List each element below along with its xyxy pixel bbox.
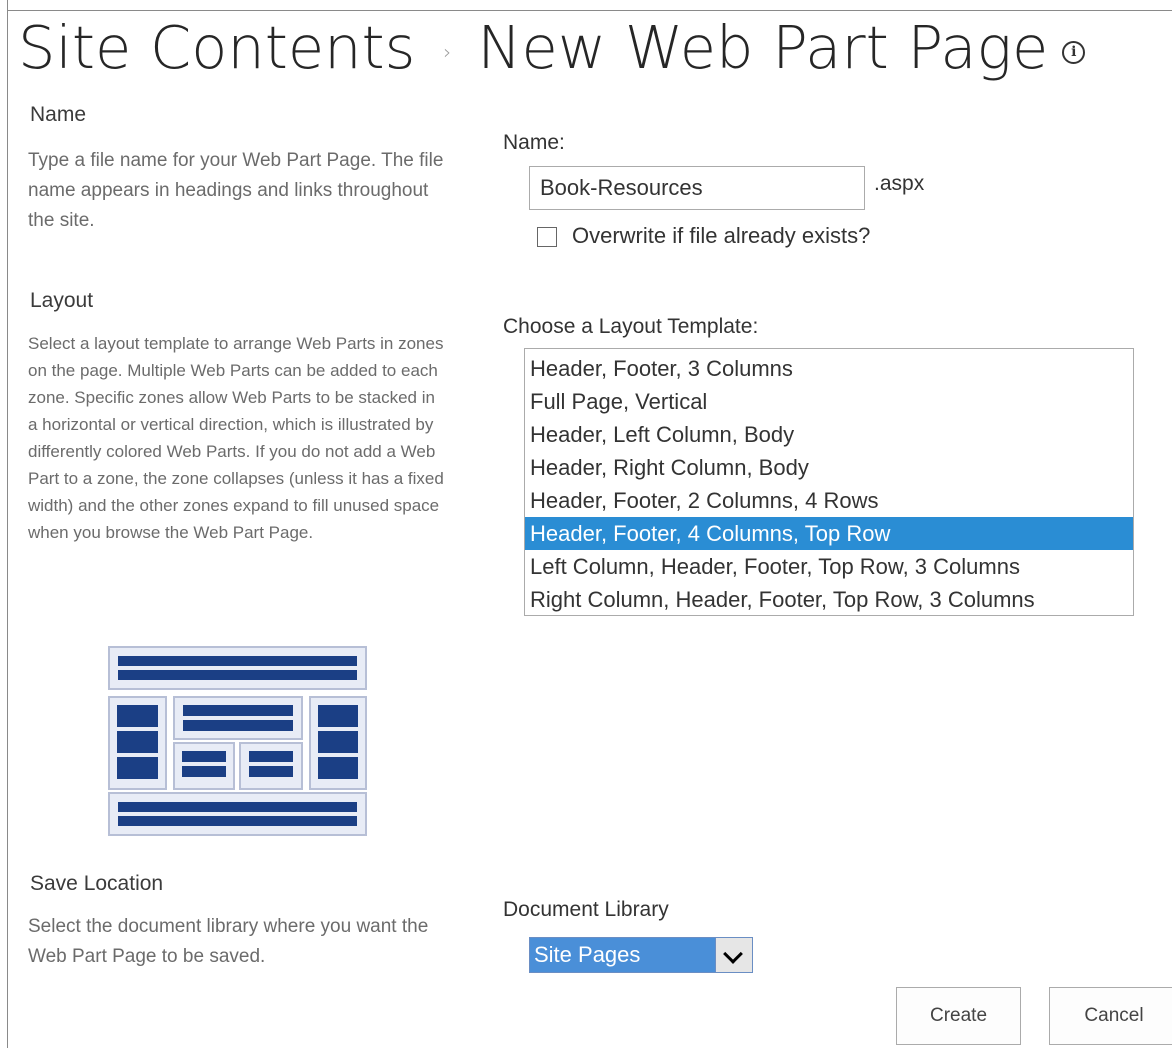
file-name-input[interactable]: Book-Resources bbox=[529, 166, 865, 210]
save-location-description: Select the document library where you wa… bbox=[28, 916, 429, 967]
name-section-description: Type a file name for your Web Part Page.… bbox=[28, 150, 444, 231]
layout-option-selected[interactable]: Header, Footer, 4 Columns, Top Row bbox=[525, 517, 1133, 550]
file-extension-label: .aspx bbox=[874, 172, 925, 195]
preview-right-zone bbox=[309, 696, 367, 790]
preview-center-left-zone bbox=[173, 742, 235, 790]
save-location-heading: Save Location bbox=[30, 872, 164, 895]
layout-option[interactable]: Header, Right Column, Body bbox=[525, 451, 1133, 484]
page-title-text: New Web Part Page bbox=[477, 13, 1049, 82]
layout-option[interactable]: Full Page, Vertical bbox=[525, 385, 1133, 418]
overwrite-checkbox-label[interactable]: Overwrite if file already exists? bbox=[572, 223, 870, 249]
window-left-border bbox=[7, 0, 8, 1048]
layout-section-heading: Layout bbox=[30, 289, 94, 312]
preview-center-right-zone bbox=[239, 742, 303, 790]
document-library-value[interactable]: Site Pages bbox=[530, 938, 716, 972]
layout-option[interactable]: Header, Footer, 3 Columns bbox=[525, 352, 1133, 385]
create-button[interactable]: Create bbox=[896, 987, 1021, 1045]
overwrite-checkbox[interactable] bbox=[537, 227, 557, 247]
document-library-label: Document Library bbox=[503, 898, 669, 921]
info-icon[interactable]: i bbox=[1062, 40, 1086, 64]
preview-footer-zone bbox=[108, 792, 367, 836]
page-title: Site Contents › New Web Part Page i bbox=[18, 8, 1086, 88]
layout-section-description: Select a layout template to arrange Web … bbox=[28, 334, 444, 542]
name-section-heading: Name bbox=[30, 103, 87, 126]
layout-option[interactable]: Right Column, Header, Footer, Top Row, 3… bbox=[525, 583, 1133, 616]
document-library-select[interactable]: Site Pages bbox=[529, 937, 753, 973]
layout-template-listbox[interactable]: Header, Footer, 3 Columns Full Page, Ver… bbox=[524, 348, 1134, 616]
layout-option[interactable]: Header, Footer, 2 Columns, 4 Rows bbox=[525, 484, 1133, 517]
layout-template-label: Choose a Layout Template: bbox=[503, 315, 759, 338]
layout-option[interactable]: Left Column, Header, Footer, Top Row, 3 … bbox=[525, 550, 1133, 583]
preview-top-row-zone bbox=[173, 696, 303, 740]
breadcrumb-site-contents-link[interactable]: Site Contents bbox=[18, 13, 415, 82]
breadcrumb-separator: › bbox=[443, 40, 452, 64]
preview-header-zone bbox=[108, 646, 367, 690]
preview-left-zone bbox=[108, 696, 167, 790]
chevron-down-icon[interactable] bbox=[715, 938, 752, 972]
cancel-button[interactable]: Cancel bbox=[1049, 987, 1172, 1045]
name-field-label: Name: bbox=[503, 131, 565, 154]
layout-option[interactable]: Header, Left Column, Body bbox=[525, 418, 1133, 451]
